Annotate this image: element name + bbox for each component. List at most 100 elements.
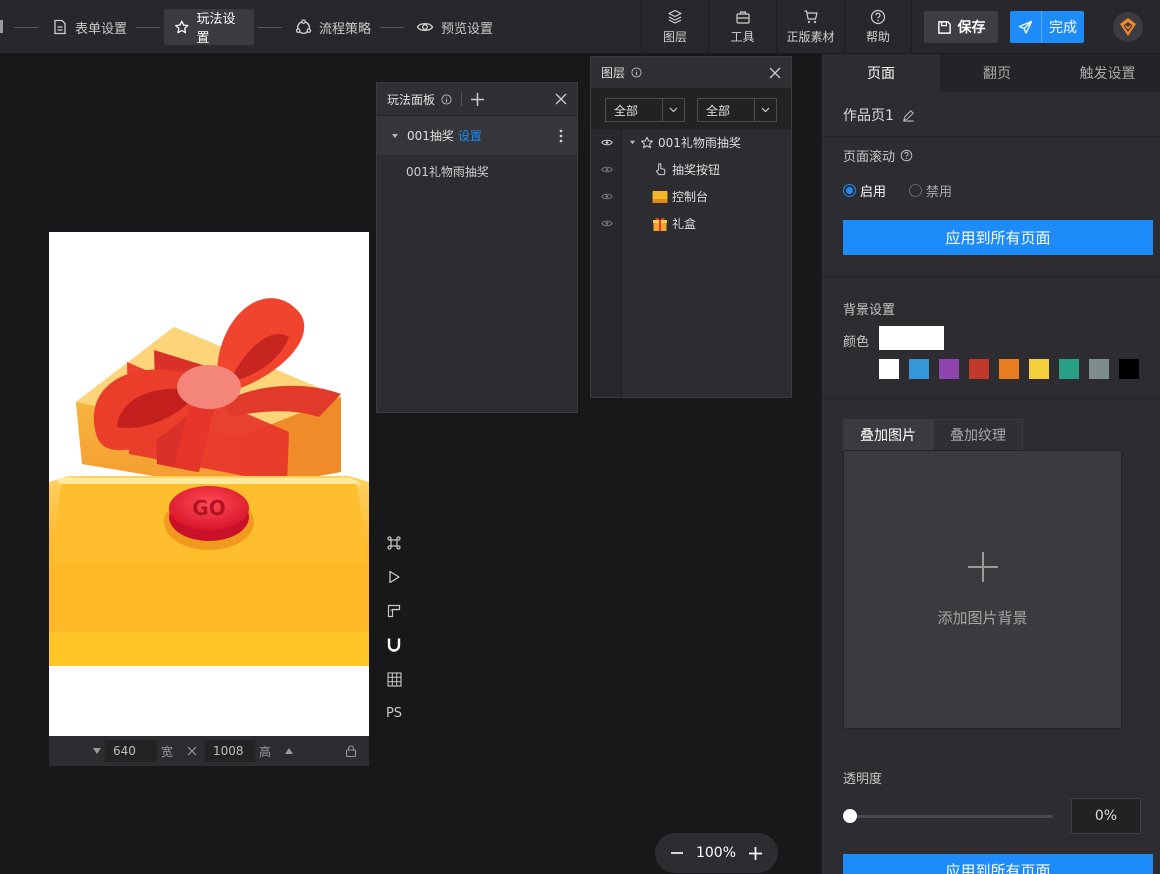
color-swatch-blue[interactable] bbox=[909, 359, 929, 379]
star-settings-icon bbox=[641, 136, 653, 148]
color-swatch-gray[interactable] bbox=[1089, 359, 1109, 379]
opacity-slider-track[interactable] bbox=[850, 815, 1053, 818]
close-icon[interactable] bbox=[769, 67, 781, 79]
radio-label: 启用 bbox=[860, 185, 887, 200]
tab-trigger-settings[interactable]: 触发设置 bbox=[1054, 54, 1160, 92]
add-background-image-area[interactable]: 添加图片背景 bbox=[843, 450, 1122, 729]
close-icon[interactable] bbox=[555, 93, 567, 105]
color-swatch-black[interactable] bbox=[1119, 359, 1139, 379]
layer-label: 001礼物雨抽奖 bbox=[658, 136, 741, 150]
add-icon[interactable] bbox=[471, 92, 485, 106]
play-icon[interactable] bbox=[384, 567, 404, 587]
info-icon[interactable] bbox=[631, 67, 642, 78]
ruler-icon[interactable] bbox=[384, 601, 404, 621]
visibility-eye-icon[interactable] bbox=[601, 219, 613, 228]
magnet-icon[interactable] bbox=[384, 635, 404, 655]
visibility-eye-icon[interactable] bbox=[601, 138, 613, 147]
step-connector bbox=[14, 27, 38, 28]
cart-icon bbox=[804, 10, 818, 24]
canvas-size-bar: 640 宽 1008 高 bbox=[49, 736, 369, 766]
layers-icon bbox=[668, 9, 682, 24]
help-button[interactable]: 帮助 bbox=[844, 0, 912, 54]
lock-icon[interactable] bbox=[345, 745, 357, 757]
flow-icon bbox=[295, 18, 312, 34]
apply-all-pages-bottom-button[interactable]: 应用到所有页面 bbox=[843, 854, 1153, 874]
form-icon bbox=[54, 19, 66, 35]
color-swatch-orange[interactable] bbox=[999, 359, 1019, 379]
hand-pointer-icon bbox=[656, 163, 666, 176]
step-label: 玩法设置 bbox=[196, 12, 236, 46]
height-unit-label: 高 bbox=[259, 744, 272, 759]
caret-down-icon[interactable] bbox=[629, 139, 636, 146]
step-flow-strategy[interactable]: 流程策略 bbox=[285, 9, 381, 45]
layer-filter-state-select[interactable]: 全部 bbox=[697, 98, 777, 122]
edit-pencil-icon[interactable] bbox=[902, 109, 915, 122]
artboard[interactable]: GO bbox=[49, 232, 369, 736]
tab-page[interactable]: 页面 bbox=[822, 54, 940, 92]
page-name: 作品页1 bbox=[843, 108, 894, 124]
color-swatch-yellow[interactable] bbox=[1029, 359, 1049, 379]
layers-tool-button[interactable]: 图层 bbox=[641, 0, 708, 54]
scroll-enable-radio[interactable]: 启用 bbox=[843, 181, 886, 200]
user-avatar[interactable] bbox=[1113, 12, 1143, 42]
toolbox-tool-button[interactable]: 工具 bbox=[708, 0, 776, 54]
gift-lottery-artwork: GO bbox=[49, 298, 369, 666]
caret-down-icon[interactable] bbox=[93, 748, 101, 754]
play-group-row[interactable]: 001抽奖 设置 bbox=[377, 116, 577, 155]
tab-page-turn[interactable]: 翻页 bbox=[940, 54, 1054, 92]
layer-filter-type-select[interactable]: 全部 bbox=[605, 98, 685, 122]
layer-label: 礼盒 bbox=[672, 217, 697, 231]
color-swatch-red[interactable] bbox=[969, 359, 989, 379]
step-play-settings[interactable]: 玩法设置 bbox=[164, 9, 254, 46]
info-icon[interactable] bbox=[441, 93, 452, 105]
more-vertical-icon[interactable] bbox=[559, 129, 563, 143]
play-group-settings-link[interactable]: 设置 bbox=[458, 127, 482, 144]
zoom-in-icon[interactable] bbox=[749, 846, 762, 860]
done-button[interactable]: 完成 bbox=[1010, 11, 1084, 43]
radio-off bbox=[909, 184, 922, 197]
command-icon[interactable] bbox=[384, 533, 404, 553]
opacity-input[interactable]: 0% bbox=[1071, 798, 1141, 834]
height-input[interactable]: 1008 bbox=[205, 740, 256, 762]
divider bbox=[822, 276, 1160, 277]
save-label: 保存 bbox=[957, 20, 986, 36]
caret-up-icon[interactable] bbox=[285, 748, 294, 754]
caret-down-icon[interactable] bbox=[391, 132, 399, 140]
current-color-swatch[interactable] bbox=[879, 326, 944, 350]
step-connector bbox=[258, 27, 282, 28]
divider bbox=[822, 136, 1160, 137]
licensed-assets-button[interactable]: 正版素材 bbox=[776, 0, 844, 54]
visibility-eye-icon[interactable] bbox=[601, 192, 613, 201]
save-button[interactable]: 保存 bbox=[924, 11, 998, 43]
tab-overlay-image[interactable]: 叠加图片 bbox=[843, 419, 933, 451]
visibility-eye-icon[interactable] bbox=[601, 165, 613, 174]
layer-row[interactable]: 礼盒 bbox=[591, 210, 790, 237]
color-swatch-white[interactable] bbox=[879, 359, 899, 379]
play-item-label: 001礼物雨抽奖 bbox=[406, 164, 489, 179]
tab-overlay-texture[interactable]: 叠加纹理 bbox=[933, 419, 1023, 451]
scroll-disable-radio[interactable]: 禁用 bbox=[909, 181, 952, 200]
play-panel-header: 玩法面板 bbox=[377, 83, 577, 116]
zoom-out-icon[interactable] bbox=[671, 847, 683, 859]
layer-row[interactable]: 控制台 bbox=[591, 183, 790, 210]
step-preview-settings[interactable]: 预览设置 bbox=[406, 9, 503, 45]
width-input[interactable]: 640 bbox=[105, 740, 157, 762]
play-item[interactable]: 001礼物雨抽奖 bbox=[377, 155, 577, 187]
filter-value: 全部 bbox=[706, 103, 731, 118]
add-background-label: 添加图片背景 bbox=[937, 609, 1028, 627]
color-swatch-purple[interactable] bbox=[939, 359, 959, 379]
top-toolbar: 表单设置 玩法设置 流程策略 预览设置 图层 工具 正版素材 帮助 保存 完成 bbox=[0, 0, 1160, 54]
opacity-slider-handle[interactable] bbox=[843, 809, 857, 823]
help-icon[interactable] bbox=[900, 149, 913, 162]
color-swatch-teal[interactable] bbox=[1059, 359, 1079, 379]
color-label: 颜色 bbox=[843, 335, 870, 350]
layer-row[interactable]: 抽奖按钮 bbox=[591, 156, 790, 183]
radio-label: 禁用 bbox=[926, 185, 953, 200]
step-form-settings[interactable]: 表单设置 bbox=[42, 9, 137, 45]
grid-icon[interactable] bbox=[384, 669, 404, 689]
ps-import-button[interactable]: PS bbox=[384, 703, 404, 723]
save-icon bbox=[937, 20, 951, 34]
apply-all-pages-button[interactable]: 应用到所有页面 bbox=[843, 220, 1153, 255]
layer-row-root[interactable]: 001礼物雨抽奖 bbox=[591, 129, 790, 156]
play-panel-title: 玩法面板 bbox=[387, 92, 436, 107]
